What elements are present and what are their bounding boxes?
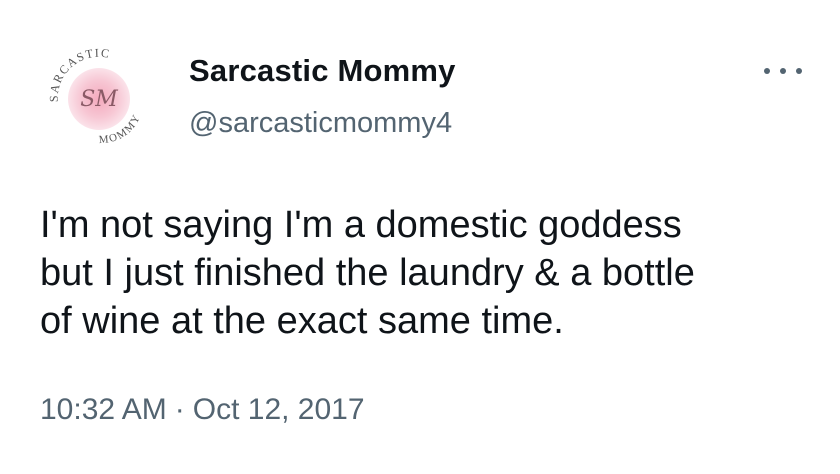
more-options-icon[interactable] <box>760 56 806 86</box>
avatar[interactable]: SARCASTIC MOMMY SM <box>40 40 158 158</box>
more-dot <box>780 68 786 74</box>
more-dot <box>796 68 802 74</box>
more-dot <box>764 68 770 74</box>
tweet-time[interactable]: 10:32 AM <box>40 393 167 426</box>
user-handle[interactable]: @sarcasticmommy4 <box>189 107 452 140</box>
tweet-text: I'm not saying I'm a domestic goddess bu… <box>40 204 695 342</box>
tweet-card: SARCASTIC MOMMY SM Sarcastic Mommy @sarc… <box>0 0 840 474</box>
tweet-timestamp[interactable]: 10:32 AM · Oct 12, 2017 <box>40 393 365 427</box>
avatar-monogram: SM <box>80 87 118 112</box>
timestamp-separator: · <box>174 393 185 426</box>
display-name[interactable]: Sarcastic Mommy <box>189 53 456 89</box>
sarcastic-mommy-logo-icon: SARCASTIC MOMMY SM <box>41 41 157 157</box>
tweet-date[interactable]: Oct 12, 2017 <box>193 393 365 426</box>
